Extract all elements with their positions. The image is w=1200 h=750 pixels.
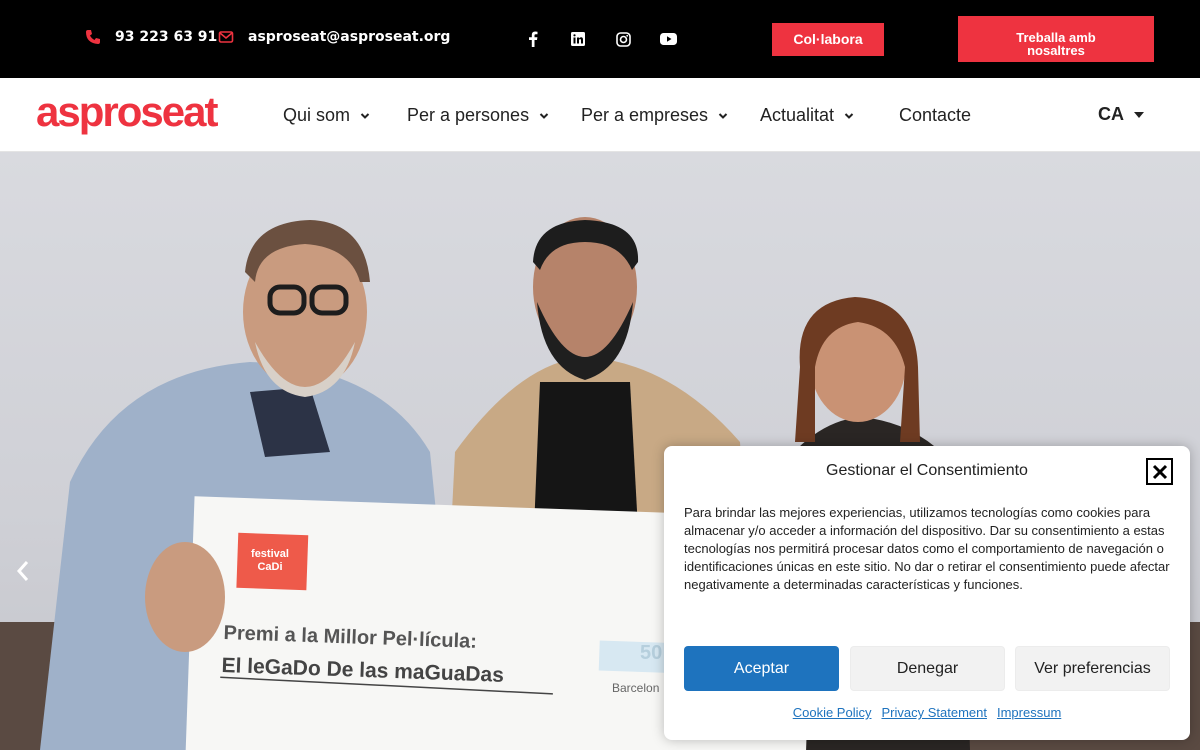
chevron-down-icon (539, 112, 549, 119)
impressum-link[interactable]: Impressum (997, 705, 1061, 720)
view-preferences-button[interactable]: Ver preferencias (1015, 646, 1170, 691)
facebook-icon[interactable] (524, 30, 542, 48)
main-header: asproseat Qui som Per a persones Per a e… (0, 78, 1200, 152)
email-address: asproseat@asproseat.org (248, 29, 451, 45)
nav-item-label: Per a persones (407, 105, 530, 125)
language-code: CA (1098, 104, 1124, 124)
colabora-button[interactable]: Col·labora (772, 23, 884, 56)
nav-item-label: Qui som (283, 105, 351, 125)
privacy-statement-link[interactable]: Privacy Statement (881, 705, 987, 720)
cheque-city: Barcelon (612, 681, 660, 695)
nav-item-actualitat[interactable]: Actualitat (760, 105, 854, 126)
phone-icon (86, 30, 100, 44)
chevron-down-icon (844, 112, 854, 119)
nav-item-label: Actualitat (760, 105, 835, 125)
deny-button[interactable]: Denegar (850, 646, 1005, 691)
cookie-consent-modal: Gestionar el Consentimiento Para brindar… (664, 446, 1190, 740)
treballa-amb-nosaltres-button[interactable]: Treballa amb nosaltres (958, 16, 1154, 62)
chevron-down-icon (718, 112, 728, 119)
email-link[interactable]: asproseat@asproseat.org (218, 29, 450, 45)
modal-title: Gestionar el Consentimiento (826, 462, 1028, 479)
phone-link[interactable]: 93 223 63 91 (85, 29, 217, 45)
nav-item-qui-som[interactable]: Qui som (283, 105, 370, 126)
social-links (524, 30, 704, 48)
policy-links: Cookie Policy Privacy Statement Impressu… (664, 705, 1190, 720)
nav-item-contacte[interactable]: Contacte (899, 105, 971, 126)
instagram-icon[interactable] (614, 30, 632, 48)
nav-item-per-a-persones[interactable]: Per a persones (407, 105, 549, 126)
consent-description: Para brindar las mejores experiencias, u… (684, 505, 1170, 592)
youtube-icon[interactable] (659, 30, 677, 48)
cookie-policy-link[interactable]: Cookie Policy (793, 705, 872, 720)
close-icon (1152, 464, 1167, 479)
top-bar: 93 223 63 91 asproseat@asproseat.org Col… (0, 0, 1200, 78)
envelope-icon (218, 31, 234, 43)
nav-item-per-a-empreses[interactable]: Per a empreses (581, 105, 728, 126)
festival-logo-text: festival CaDi (251, 548, 289, 573)
chevron-down-icon (360, 112, 370, 119)
language-selector[interactable]: CA (1098, 104, 1144, 125)
nav-item-label: Per a empreses (581, 105, 709, 125)
cheque-amount: 50 (640, 642, 663, 664)
caret-down-icon (1134, 111, 1144, 118)
accept-button[interactable]: Aceptar (684, 646, 839, 691)
nav-item-label: Contacte (899, 105, 972, 125)
slider-prev-arrow-icon[interactable] (12, 557, 34, 585)
site-logo[interactable]: asproseat (36, 88, 218, 136)
close-button[interactable] (1146, 458, 1173, 485)
linkedin-icon[interactable] (569, 30, 587, 48)
phone-number: 93 223 63 91 (115, 29, 218, 45)
